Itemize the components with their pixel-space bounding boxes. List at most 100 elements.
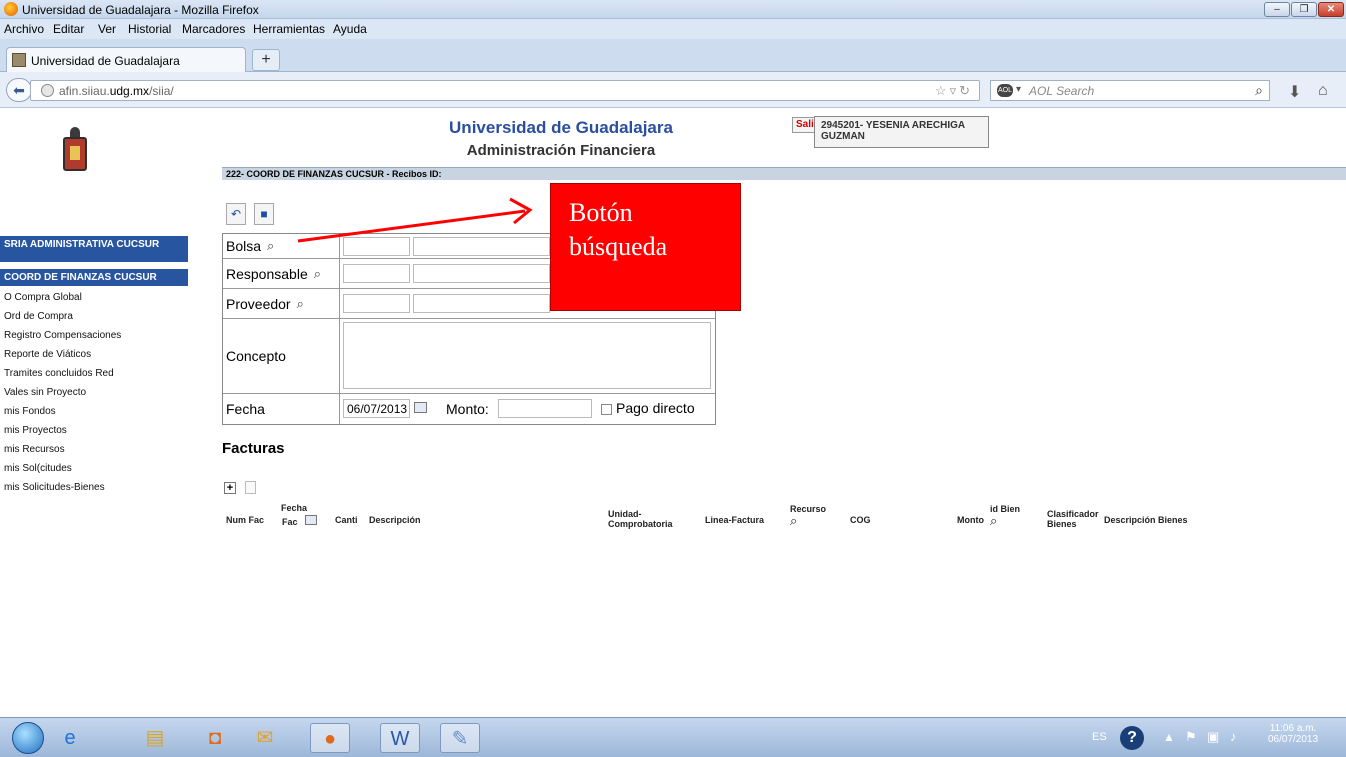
col-monto: Monto xyxy=(957,515,984,525)
show-hidden-icons[interactable]: ▲ xyxy=(1163,730,1175,744)
fecha-fac-calendar-icon[interactable] xyxy=(305,515,317,525)
bolsa-search-icon[interactable]: ⌕ xyxy=(267,238,274,254)
responsable-name-input[interactable] xyxy=(413,264,550,283)
sidebar-item-mis-solicitudes[interactable]: mis Sol(citudes xyxy=(4,463,72,474)
url-bar[interactable]: afin.siiau.udg.mx/siia/ ☆▿↻ xyxy=(30,80,980,101)
search-box[interactable]: AOL ▾ AOL Search ⌕ xyxy=(990,80,1270,101)
facturas-heading: Facturas xyxy=(222,440,285,457)
menu-historial[interactable]: Historial xyxy=(128,22,171,36)
proveedor-name-input[interactable] xyxy=(413,294,550,313)
page-subtitle: Administración Financiera xyxy=(466,142,656,159)
save-button[interactable]: ■ xyxy=(254,203,274,225)
col-descripcion-bienes: Descripción Bienes xyxy=(1104,515,1188,525)
menu-herramientas[interactable]: Herramientas xyxy=(253,22,325,36)
word-icon[interactable]: W xyxy=(380,723,420,753)
back-button[interactable]: ⬅ xyxy=(6,78,32,102)
proveedor-label: Proveedor ⌕ xyxy=(223,289,340,318)
url-actions[interactable]: ☆▿↻ xyxy=(935,83,973,99)
menu-ayuda[interactable]: Ayuda xyxy=(333,22,367,36)
clock-time: 11:06 a.m. xyxy=(1269,723,1317,734)
col-unidad: Unidad- Comprobatoria xyxy=(608,509,673,529)
ie-icon[interactable]: e xyxy=(50,723,90,753)
sidebar-item-reporte-viaticos[interactable]: Reporte de Viáticos xyxy=(4,349,91,360)
sidebar-item-vales[interactable]: Vales sin Proyecto xyxy=(4,387,86,398)
taskbar: e ▤ ◘ ✉ ● W ✎ ES ? ▲ ⚑ ▣ ♪ 11:06 a.m. 06… xyxy=(0,717,1346,757)
sidebar-heading-coord[interactable]: COORD DE FINANZAS CUCSUR xyxy=(0,269,188,286)
search-icon[interactable]: ⌕ xyxy=(1255,82,1263,99)
download-icon[interactable]: ⬇ xyxy=(1288,82,1301,102)
dropdown-icon[interactable]: ▿ xyxy=(950,83,960,98)
row-concepto: Concepto xyxy=(223,319,715,394)
sidebar-item-o-compra-global[interactable]: O Compra Global xyxy=(4,292,82,303)
recurso-search-icon[interactable]: ⌕ xyxy=(790,514,826,527)
menu-ver[interactable]: Ver xyxy=(98,22,116,36)
col-clasificador: Clasificador Bienes xyxy=(1047,509,1099,529)
fecha-label: Fecha xyxy=(223,394,340,424)
sidebar-item-mis-proyectos[interactable]: mis Proyectos xyxy=(4,425,67,436)
proveedor-id-input[interactable] xyxy=(343,294,410,313)
col-num-fac: Num Fac xyxy=(226,515,265,525)
monto-input[interactable] xyxy=(498,399,592,418)
window-title: Universidad de Guadalajara - Mozilla Fir… xyxy=(22,3,259,17)
help-icon[interactable]: ? xyxy=(1120,726,1144,750)
menu-bar: Archivo Editar Ver Historial Marcadores … xyxy=(0,19,1346,39)
minimize-button[interactable]: – xyxy=(1264,2,1290,17)
col-id-bien: id Bien ⌕ xyxy=(990,504,1021,528)
udg-logo xyxy=(60,127,90,177)
aol-icon[interactable]: AOL xyxy=(997,84,1013,97)
id-bien-search-icon[interactable]: ⌕ xyxy=(990,514,1020,527)
copy-row-icon[interactable] xyxy=(245,481,256,494)
sidebar-item-registro-compensaciones[interactable]: Registro Compensaciones xyxy=(4,330,121,341)
monto-label: Monto: xyxy=(446,401,489,417)
sidebar-item-tramites[interactable]: Tramites concluidos Red xyxy=(4,368,114,379)
menu-archivo[interactable]: Archivo xyxy=(4,22,44,36)
new-tab-button[interactable]: + xyxy=(252,49,280,71)
sidebar-item-ord-de-compra[interactable]: Ord de Compra xyxy=(4,311,73,322)
firefox-taskbar-icon[interactable]: ● xyxy=(310,723,350,753)
menu-marcadores[interactable]: Marcadores xyxy=(182,22,245,36)
sidebar-heading-sria[interactable]: SRIA ADMINISTRATIVA CUCSUR xyxy=(0,236,188,262)
search-engine-dropdown-icon[interactable]: ▾ xyxy=(1016,84,1021,95)
col-canti: Canti xyxy=(335,515,358,525)
undo-button[interactable]: ↶ xyxy=(226,203,246,225)
close-button[interactable]: ✕ xyxy=(1318,2,1344,17)
start-button[interactable] xyxy=(12,722,44,754)
dept-bar: 222- COORD DE FINANZAS CUCSUR - Recibos … xyxy=(222,167,1346,180)
reload-icon[interactable]: ↻ xyxy=(959,83,973,98)
sidebar-item-mis-recursos[interactable]: mis Recursos xyxy=(4,444,65,455)
fecha-input[interactable]: 06/07/2013 xyxy=(343,399,410,418)
proveedor-search-icon[interactable]: ⌕ xyxy=(297,296,304,312)
row-fecha: Fecha 06/07/2013 Monto: Pago directo xyxy=(223,394,715,424)
col-descripcion: Descripción xyxy=(369,515,421,525)
annotation-arrow xyxy=(297,197,533,243)
url-text: afin.siiau.udg.mx/siia/ xyxy=(59,84,174,98)
outlook-icon[interactable]: ✉ xyxy=(245,723,285,753)
paint-icon[interactable]: ✎ xyxy=(440,723,480,753)
media-player-icon[interactable]: ◘ xyxy=(195,723,235,753)
sidebar-item-mis-solicitudes-bienes[interactable]: mis Solicitudes-Bienes xyxy=(4,482,105,493)
explorer-folder-icon[interactable]: ▤ xyxy=(135,723,175,753)
tab-bar: Universidad de Guadalajara + xyxy=(0,39,1346,72)
tab-universidad[interactable]: Universidad de Guadalajara xyxy=(6,47,246,72)
maximize-button[interactable]: ❐ xyxy=(1291,2,1317,17)
concepto-label: Concepto xyxy=(223,319,340,393)
clock[interactable]: 11:06 a.m. 06/07/2013 xyxy=(1268,723,1318,745)
home-icon[interactable]: ⌂ xyxy=(1318,82,1328,100)
network-icon[interactable]: ▣ xyxy=(1207,729,1219,745)
bookmark-star-icon[interactable]: ☆ xyxy=(935,83,950,98)
clock-date: 06/07/2013 xyxy=(1268,734,1319,745)
volume-icon[interactable]: ♪ xyxy=(1230,729,1237,744)
flag-icon[interactable]: ⚑ xyxy=(1185,729,1197,745)
tab-label: Universidad de Guadalajara xyxy=(31,54,180,68)
responsable-search-icon[interactable]: ⌕ xyxy=(314,266,321,282)
user-info: 2945201- YESENIA ARECHIGA GUZMAN xyxy=(814,116,989,148)
responsable-id-input[interactable] xyxy=(343,264,410,283)
add-row-button[interactable]: + xyxy=(224,482,236,494)
sidebar-item-mis-fondos[interactable]: mis Fondos xyxy=(4,406,56,417)
concepto-textarea[interactable] xyxy=(343,322,711,389)
pago-directo-checkbox[interactable]: Pago directo xyxy=(601,400,695,416)
menu-editar[interactable]: Editar xyxy=(53,22,84,36)
annotation-callout: Botón búsqueda xyxy=(550,183,741,311)
language-indicator[interactable]: ES xyxy=(1092,731,1107,743)
calendar-icon[interactable] xyxy=(414,402,427,413)
